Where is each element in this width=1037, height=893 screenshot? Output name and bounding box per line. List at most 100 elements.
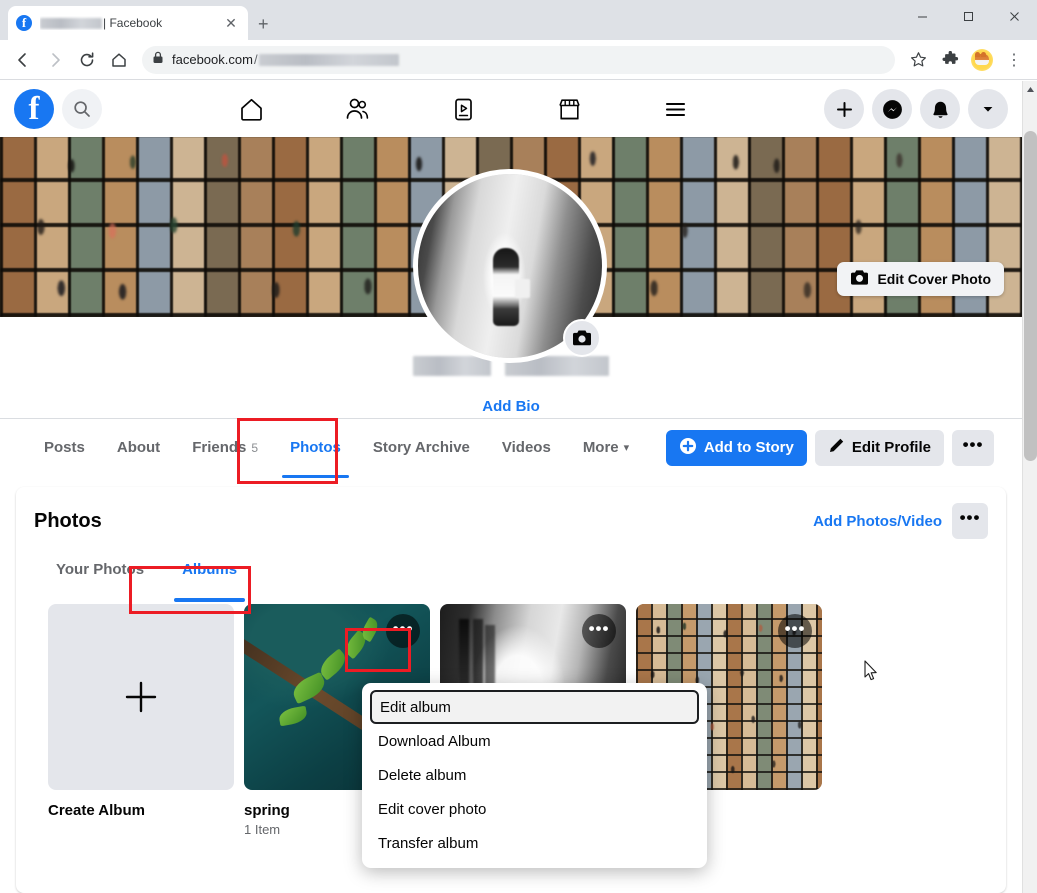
profile-tabbar: Posts About Friends 5 Photos Story Archi…	[0, 418, 1022, 476]
marketplace-icon[interactable]	[547, 89, 591, 129]
browser-tab[interactable]: f | Facebook ✕	[8, 6, 248, 40]
minimize-button[interactable]	[899, 0, 945, 32]
edit-cover-photo-button[interactable]: Edit Cover Photo	[837, 262, 1004, 296]
video-icon[interactable]	[441, 89, 485, 129]
star-icon[interactable]	[903, 45, 933, 75]
plus-icon	[122, 678, 160, 716]
add-to-story-label: Add to Story	[704, 439, 794, 456]
redacted-name	[40, 18, 102, 29]
tab-more-label: More	[583, 439, 619, 456]
browser-tabstrip: f | Facebook ✕ +	[0, 0, 1037, 40]
tab-friends-label: Friends	[192, 439, 246, 456]
subtab-albums[interactable]: Albums	[172, 555, 247, 584]
profile-identity: Add Bio	[0, 317, 1022, 417]
create-album-thumb[interactable]	[48, 604, 234, 790]
browser-tab-title: | Facebook	[40, 16, 214, 30]
puzzle-icon[interactable]	[935, 45, 965, 75]
menu-item-edit-album[interactable]: Edit album	[370, 690, 699, 724]
profile-more-button[interactable]: •••	[952, 430, 994, 466]
plus-icon[interactable]	[824, 89, 864, 129]
create-album-tile[interactable]: Create Album	[48, 604, 234, 837]
facebook-favicon: f	[16, 15, 32, 31]
tab-story-archive-label: Story Archive	[373, 439, 470, 456]
close-tab-icon[interactable]: ✕	[222, 14, 240, 32]
photos-card-header: Photos Add Photos/Video •••	[16, 487, 1006, 539]
plus-circle-icon	[679, 437, 697, 459]
browser-tab-title-text: | Facebook	[103, 16, 162, 30]
messenger-icon[interactable]	[872, 89, 912, 129]
redacted-url-path	[259, 54, 399, 66]
album-context-menu: Edit album Download Album Delete album E…	[362, 683, 707, 868]
menu-item-transfer-album[interactable]: Transfer album	[370, 826, 699, 860]
tab-videos-label: Videos	[502, 439, 551, 456]
album-options-button[interactable]: •••	[582, 614, 616, 648]
tab-photos[interactable]: Photos	[274, 425, 357, 471]
leaf-shape	[278, 706, 308, 727]
add-photos-video-link[interactable]: Add Photos/Video	[813, 513, 942, 530]
friends-icon[interactable]	[335, 89, 379, 129]
menu-item-delete-album[interactable]: Delete album	[370, 758, 699, 792]
album-options-button[interactable]: •••	[778, 614, 812, 648]
scrollbar-thumb[interactable]	[1024, 131, 1037, 461]
window-controls	[899, 0, 1037, 40]
subtab-your-photos[interactable]: Your Photos	[46, 555, 154, 584]
profile-actions: Add to Story Edit Profile •••	[666, 430, 994, 466]
tab-posts-label: Posts	[44, 439, 85, 456]
facebook-nav-right	[824, 89, 1008, 129]
subtab-albums-label: Albums	[182, 561, 237, 578]
photos-subtabs: Your Photos Albums	[16, 539, 1006, 584]
tab-friends-count: 5	[251, 441, 258, 455]
tab-about[interactable]: About	[101, 425, 176, 471]
tab-posts[interactable]: Posts	[28, 425, 101, 471]
notifications-icon[interactable]	[920, 89, 960, 129]
avatar[interactable]	[413, 169, 607, 363]
photos-card-actions: Add Photos/Video •••	[813, 503, 988, 539]
add-bio-link[interactable]: Add Bio	[0, 398, 1022, 415]
facebook-navbar: f	[0, 81, 1022, 137]
browser-toolbar: facebook.com/ ⋮	[0, 40, 1037, 80]
url-text: facebook.com/	[172, 52, 399, 67]
url-separator: /	[254, 52, 258, 67]
photos-card-title: Photos	[34, 510, 102, 533]
edit-profile-button[interactable]: Edit Profile	[815, 430, 944, 466]
lock-icon	[152, 51, 164, 69]
tab-story-archive[interactable]: Story Archive	[357, 425, 486, 471]
tab-about-label: About	[117, 439, 160, 456]
tab-more[interactable]: More ▾	[567, 425, 645, 471]
menu-item-download-album[interactable]: Download Album	[370, 724, 699, 758]
photos-card-more-button[interactable]: •••	[952, 503, 988, 539]
reload-icon[interactable]	[72, 45, 102, 75]
facebook-logo-icon[interactable]: f	[14, 89, 54, 129]
address-bar[interactable]: facebook.com/	[142, 46, 895, 74]
forward-icon[interactable]	[40, 45, 70, 75]
camera-icon[interactable]	[563, 319, 601, 357]
back-icon[interactable]	[8, 45, 38, 75]
tab-photos-label: Photos	[290, 439, 341, 456]
url-host: facebook.com	[172, 52, 253, 67]
account-chevron-icon[interactable]	[968, 89, 1008, 129]
tab-friends[interactable]: Friends 5	[176, 425, 274, 471]
search-icon[interactable]	[62, 89, 102, 129]
toolbar-right-group: ⋮	[903, 45, 1029, 75]
maximize-button[interactable]	[945, 0, 991, 32]
profile-photo-figure	[493, 248, 519, 326]
new-tab-button[interactable]: +	[258, 15, 269, 33]
facebook-nav-center	[102, 89, 824, 129]
edit-profile-label: Edit Profile	[852, 439, 931, 456]
tab-videos[interactable]: Videos	[486, 425, 567, 471]
close-button[interactable]	[991, 0, 1037, 32]
pencil-icon	[828, 437, 845, 458]
create-album-label: Create Album	[48, 802, 234, 819]
mouse-cursor	[864, 660, 879, 687]
corgi-avatar[interactable]	[967, 45, 997, 75]
menu-item-edit-cover-photo[interactable]: Edit cover photo	[370, 792, 699, 826]
scrollbar[interactable]	[1022, 81, 1037, 893]
home-icon[interactable]	[229, 89, 273, 129]
add-to-story-button[interactable]: Add to Story	[666, 430, 807, 466]
home-icon[interactable]	[104, 45, 134, 75]
browser-menu-icon[interactable]: ⋮	[999, 45, 1029, 75]
album-options-button[interactable]: •••	[386, 614, 420, 648]
edit-cover-photo-label: Edit Cover Photo	[877, 271, 991, 287]
menu-icon[interactable]	[653, 89, 697, 129]
scrollbar-up-arrow[interactable]	[1023, 81, 1037, 97]
